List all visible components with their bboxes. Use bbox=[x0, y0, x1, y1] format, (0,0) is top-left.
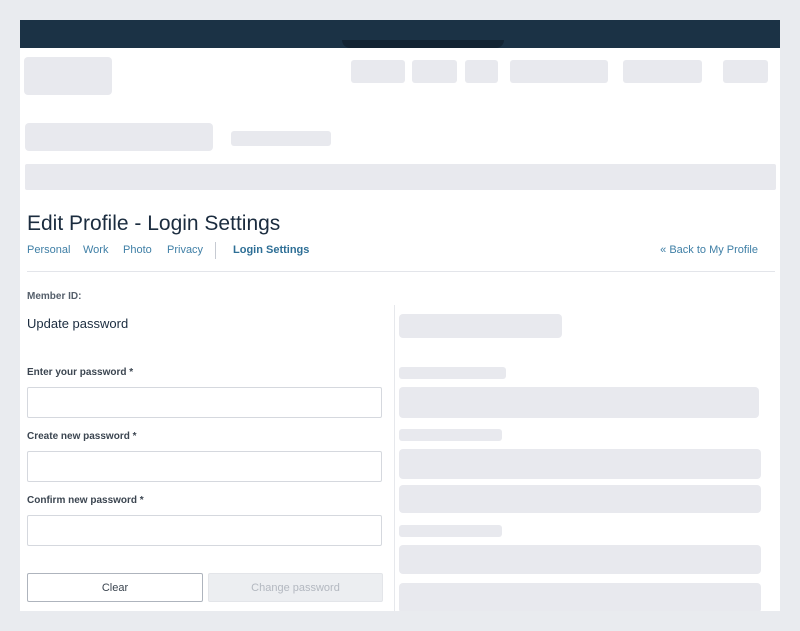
topbar-notch bbox=[342, 40, 504, 48]
profile-tabs: Personal Work Photo Privacy Login Settin… bbox=[27, 242, 772, 262]
tab-personal[interactable]: Personal bbox=[27, 244, 70, 256]
nav-placeholder-1 bbox=[351, 60, 405, 83]
right-field-placeholder-1 bbox=[399, 387, 759, 418]
right-field-placeholder-4 bbox=[399, 545, 761, 574]
nav-placeholder-2 bbox=[412, 60, 457, 83]
tab-work[interactable]: Work bbox=[83, 244, 108, 256]
logo-placeholder bbox=[24, 57, 112, 95]
right-field-placeholder-2 bbox=[399, 449, 761, 479]
clear-button[interactable]: Clear bbox=[27, 573, 203, 602]
right-field-placeholder-5 bbox=[399, 583, 761, 611]
tab-photo[interactable]: Photo bbox=[123, 244, 152, 256]
nav-placeholder-5 bbox=[623, 60, 702, 83]
right-title-placeholder bbox=[399, 314, 562, 338]
back-to-profile-link[interactable]: « Back to My Profile bbox=[660, 244, 758, 256]
confirm-password-input[interactable] bbox=[27, 515, 382, 546]
banner-placeholder bbox=[25, 164, 776, 190]
new-password-label: Create new password * bbox=[27, 431, 137, 442]
column-divider bbox=[394, 305, 395, 611]
page-title: Edit Profile - Login Settings bbox=[27, 212, 281, 235]
right-label-placeholder-2 bbox=[399, 429, 502, 441]
right-field-placeholder-3 bbox=[399, 485, 761, 513]
change-password-button[interactable]: Change password bbox=[208, 573, 383, 602]
member-id-label: Member ID: bbox=[27, 291, 82, 302]
update-password-title: Update password bbox=[27, 316, 129, 331]
page-container: Edit Profile - Login Settings Personal W… bbox=[20, 20, 780, 611]
current-password-input[interactable] bbox=[27, 387, 382, 418]
subheading-placeholder bbox=[231, 131, 331, 146]
tab-divider bbox=[215, 242, 216, 259]
right-label-placeholder-1 bbox=[399, 367, 506, 379]
confirm-password-label: Confirm new password * bbox=[27, 495, 144, 506]
section-divider bbox=[27, 271, 775, 272]
nav-placeholder-3 bbox=[465, 60, 498, 83]
heading-placeholder bbox=[25, 123, 213, 151]
current-password-label: Enter your password * bbox=[27, 367, 134, 378]
nav-placeholder-6 bbox=[723, 60, 768, 83]
nav-placeholder-4 bbox=[510, 60, 608, 83]
new-password-input[interactable] bbox=[27, 451, 382, 482]
right-label-placeholder-3 bbox=[399, 525, 502, 537]
tab-privacy[interactable]: Privacy bbox=[167, 244, 203, 256]
tab-login-settings[interactable]: Login Settings bbox=[233, 244, 309, 256]
top-navigation-bar bbox=[20, 20, 780, 48]
